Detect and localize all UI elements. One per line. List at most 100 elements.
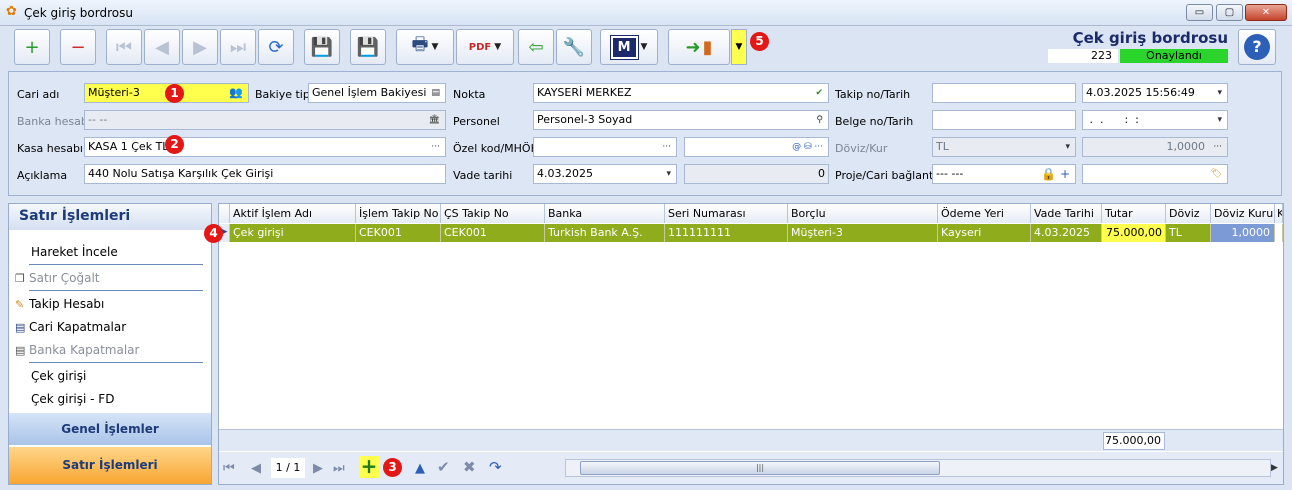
last-page-icon[interactable]: ⏭ [333, 461, 345, 476]
belge-no-field[interactable] [932, 110, 1076, 130]
check-icon[interactable]: ✔ [815, 84, 823, 102]
column-header[interactable]: İşlem Takip No [356, 204, 441, 223]
divider [29, 362, 203, 363]
table-cell[interactable]: TL [1166, 224, 1211, 242]
exit-button[interactable]: ➜ ▮ [668, 29, 730, 65]
aciklama-field[interactable]: 440 Nolu Satışa Karşılık Çek Girişi [84, 164, 446, 184]
close-button[interactable]: ✕ [1245, 4, 1287, 21]
add-row-icon[interactable]: + [359, 456, 379, 478]
pdf-export-button[interactable]: PDF ▼ [456, 29, 514, 65]
m-menu-button[interactable]: M ▼ [600, 29, 658, 65]
delete-record-button[interactable]: − [60, 29, 96, 65]
maximize-button[interactable]: ▢ [1216, 4, 1243, 21]
ellipsis-icon[interactable]: ··· [431, 138, 440, 156]
new-record-button[interactable]: + [14, 29, 50, 65]
table-cell-amount[interactable]: 75.000,00 [1102, 224, 1166, 242]
header-form: Cari adı Müşteri-3 👥 1 Bakiye tipi Genel … [8, 71, 1282, 196]
ozel-kod-field[interactable]: ··· [533, 137, 677, 157]
first-page-icon[interactable]: ⏮ [223, 461, 235, 476]
exit-dropdown-button[interactable]: ▼ [731, 29, 747, 65]
bakiye-tipi-field[interactable]: Genel İşlem Bakiyesi ▤ [308, 83, 446, 103]
table-cell[interactable]: Turkish Bank A.Ş. [545, 224, 665, 242]
at-email-icon[interactable]: @ ⛁ ··· [792, 138, 823, 156]
column-header[interactable]: Seri Numarası [665, 204, 788, 223]
scroll-right-icon[interactable]: ▶ [1271, 463, 1278, 473]
table-cell[interactable]: CEK001 [441, 224, 545, 242]
next-page-icon[interactable]: ▶ [313, 461, 323, 476]
menu-cek-girisi-fd[interactable]: Çek girişi - FD [31, 392, 114, 406]
import-button[interactable]: ⇦ [518, 29, 554, 65]
prev-page-icon[interactable]: ◀ [251, 461, 261, 476]
menu-cek-girisi[interactable]: Çek girişi [31, 369, 86, 383]
row-indicator-header [219, 204, 230, 223]
tag-icon[interactable]: 🏷 [1211, 165, 1222, 183]
column-header[interactable]: Vade Tarihi [1031, 204, 1102, 223]
table-cell[interactable]: Çek girişi [230, 224, 356, 242]
column-header[interactable]: ÇS Takip No [441, 204, 545, 223]
person-search-icon[interactable]: ⚲ [816, 111, 823, 129]
column-header[interactable]: Borçlu [788, 204, 938, 223]
chevron-down-icon[interactable]: ▾ [1217, 111, 1222, 129]
chevron-down-icon[interactable]: ▾ [1217, 84, 1222, 102]
column-header[interactable]: Aktif İşlem Adı [230, 204, 356, 223]
menu-hareket-incele[interactable]: Hareket İncele [31, 245, 118, 259]
takip-tarih-field[interactable]: 4.03.2025 15:56:49 ▾ [1082, 83, 1228, 103]
chevron-down-icon: ▼ [431, 42, 439, 52]
personel-field[interactable]: Personel-3 Soyad ⚲ [533, 110, 829, 130]
satir-islemleri-button[interactable]: Satır İşlemleri [9, 447, 211, 484]
grid-footer: 75.000,00 [219, 429, 1283, 451]
table-cell[interactable]: CEK001 [356, 224, 441, 242]
column-header[interactable]: Döviz [1166, 204, 1211, 223]
vade-tarihi-field[interactable]: 4.03.2025 ▾ [533, 164, 677, 184]
redo-icon[interactable]: ↷ [489, 458, 502, 476]
menu-satir-cogalt[interactable]: ❐ Satır Çoğalt [15, 271, 100, 285]
tools-button[interactable]: 🔧 [556, 29, 592, 65]
refresh-button[interactable]: ⟳ [258, 29, 294, 65]
people-icon[interactable]: 👥 [229, 84, 243, 102]
table-cell[interactable]: 1,0000 [1211, 224, 1275, 242]
column-header[interactable]: Ödeme Yeri [938, 204, 1031, 223]
menu-takip-hesabi[interactable]: ✎ Takip Hesabı [15, 297, 104, 311]
bakiye-tipi-label: Bakiye tipi [255, 88, 313, 101]
menu-cari-kapatmalar[interactable]: ▤ Cari Kapatmalar [15, 320, 126, 334]
kasa-hesabi-field[interactable]: KASA 1 Çek TL ··· [84, 137, 446, 157]
table-cell[interactable]: 111111111 [665, 224, 788, 242]
column-header[interactable]: K [1275, 204, 1283, 223]
belge-tarih-field[interactable]: . . : : ▾ [1082, 110, 1228, 130]
first-record-button[interactable]: ⏮ [106, 29, 142, 65]
proje-field[interactable]: --- --- 🔒 + [932, 164, 1076, 184]
minimize-button[interactable]: ▭ [1186, 4, 1213, 21]
list-icon[interactable]: ▤ [431, 84, 440, 102]
chevron-down-icon[interactable]: ▾ [666, 165, 671, 183]
genel-islemler-button[interactable]: Genel İşlemler [9, 413, 211, 445]
save-cancel-button[interactable]: 💾 [350, 29, 386, 65]
help-button[interactable]: ? [1238, 29, 1276, 65]
last-record-button[interactable]: ⏭ [220, 29, 256, 65]
lock-plus-icon[interactable]: 🔒 + [1041, 165, 1070, 183]
kur-value: 1,0000 [1166, 140, 1206, 153]
column-header[interactable]: Döviz Kuru [1211, 204, 1275, 223]
next-record-button[interactable]: ▶ [182, 29, 218, 65]
ellipsis-icon[interactable]: ··· [662, 138, 671, 156]
mhok-field[interactable]: @ ⛁ ··· [684, 137, 829, 157]
table-cell[interactable]: Müşteri-3 [788, 224, 938, 242]
save-button[interactable]: 💾 [304, 29, 340, 65]
cancel-icon[interactable]: ✖ [463, 458, 476, 476]
app-butterfly-icon: ✿ [6, 4, 17, 19]
cari-baglanti-field[interactable]: 🏷 [1082, 164, 1228, 184]
check-icon[interactable]: ✔ [437, 458, 450, 476]
print-button[interactable]: 🖶 ▼ [396, 29, 454, 65]
horizontal-scrollbar[interactable]: ||| [565, 459, 1271, 477]
takip-no-field[interactable] [932, 83, 1076, 103]
move-up-icon[interactable]: ▲ [415, 461, 425, 476]
nokta-field[interactable]: KAYSERİ MERKEZ ✔ [533, 83, 829, 103]
menu-banka-kapatmalar[interactable]: ▤ Banka Kapatmalar [15, 343, 139, 357]
table-cell[interactable] [1275, 224, 1283, 242]
column-header[interactable]: Banka [545, 204, 665, 223]
prev-record-button[interactable]: ◀ [144, 29, 180, 65]
kasa-hesabi-label: Kasa hesabı [17, 142, 83, 155]
scrollbar-thumb[interactable]: ||| [580, 461, 940, 475]
table-cell[interactable]: Kayseri [938, 224, 1031, 242]
column-header[interactable]: Tutar [1102, 204, 1166, 223]
table-cell[interactable]: 4.03.2025 [1031, 224, 1102, 242]
